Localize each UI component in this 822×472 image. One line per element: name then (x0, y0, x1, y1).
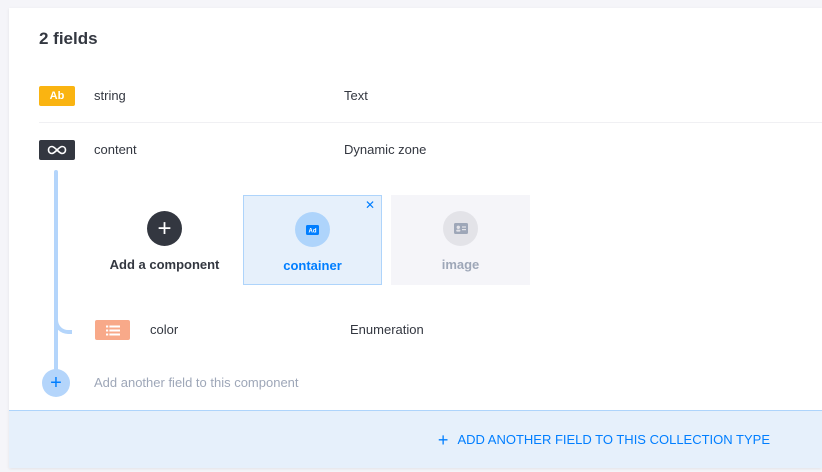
add-field-footer: + ADD ANOTHER FIELD TO THIS COLLECTION T… (9, 410, 822, 468)
id-card-icon (443, 211, 478, 246)
list-icon (95, 320, 130, 340)
component-label: image (441, 257, 480, 272)
field-type: Enumeration (350, 322, 424, 337)
dynamic-zone-icon (39, 140, 75, 160)
close-icon[interactable]: ✕ (365, 198, 375, 212)
row-divider (39, 122, 822, 123)
fields-count-title: 2 fields (39, 29, 98, 48)
field-name: content (94, 142, 137, 157)
text-icon: Ab (39, 86, 75, 106)
plus-icon: + (147, 211, 182, 246)
component-card-image[interactable]: image (391, 195, 530, 285)
component-card-container[interactable]: ✕ Ad container (243, 195, 382, 285)
field-name: string (94, 88, 126, 103)
svg-text:Ad: Ad (309, 228, 317, 234)
component-label: container (283, 258, 342, 273)
add-component-label: Add a component (109, 257, 220, 272)
field-row-content[interactable]: content Dynamic zone (9, 140, 822, 162)
dynamic-zone-connector (54, 170, 58, 380)
field-type: Text (344, 88, 368, 103)
add-component-field-button[interactable]: + (42, 369, 70, 397)
content-type-panel: 2 fields Ab string Text content Dynamic … (9, 8, 822, 468)
field-row-string[interactable]: Ab string Text (9, 86, 822, 108)
add-component-button[interactable]: + Add a component (95, 195, 234, 285)
field-type: Dynamic zone (344, 142, 427, 157)
component-field-row-color[interactable]: color Enumeration (9, 320, 822, 342)
add-collection-field-label: ADD ANOTHER FIELD TO THIS COLLECTION TYP… (457, 432, 770, 447)
plus-icon: + (50, 372, 62, 394)
add-component-field-link[interactable]: Add another field to this component (94, 375, 299, 390)
ad-icon: Ad (295, 212, 330, 247)
add-collection-field-button[interactable]: + ADD ANOTHER FIELD TO THIS COLLECTION T… (438, 431, 770, 449)
field-name: color (150, 322, 179, 337)
plus-icon: + (437, 429, 449, 450)
